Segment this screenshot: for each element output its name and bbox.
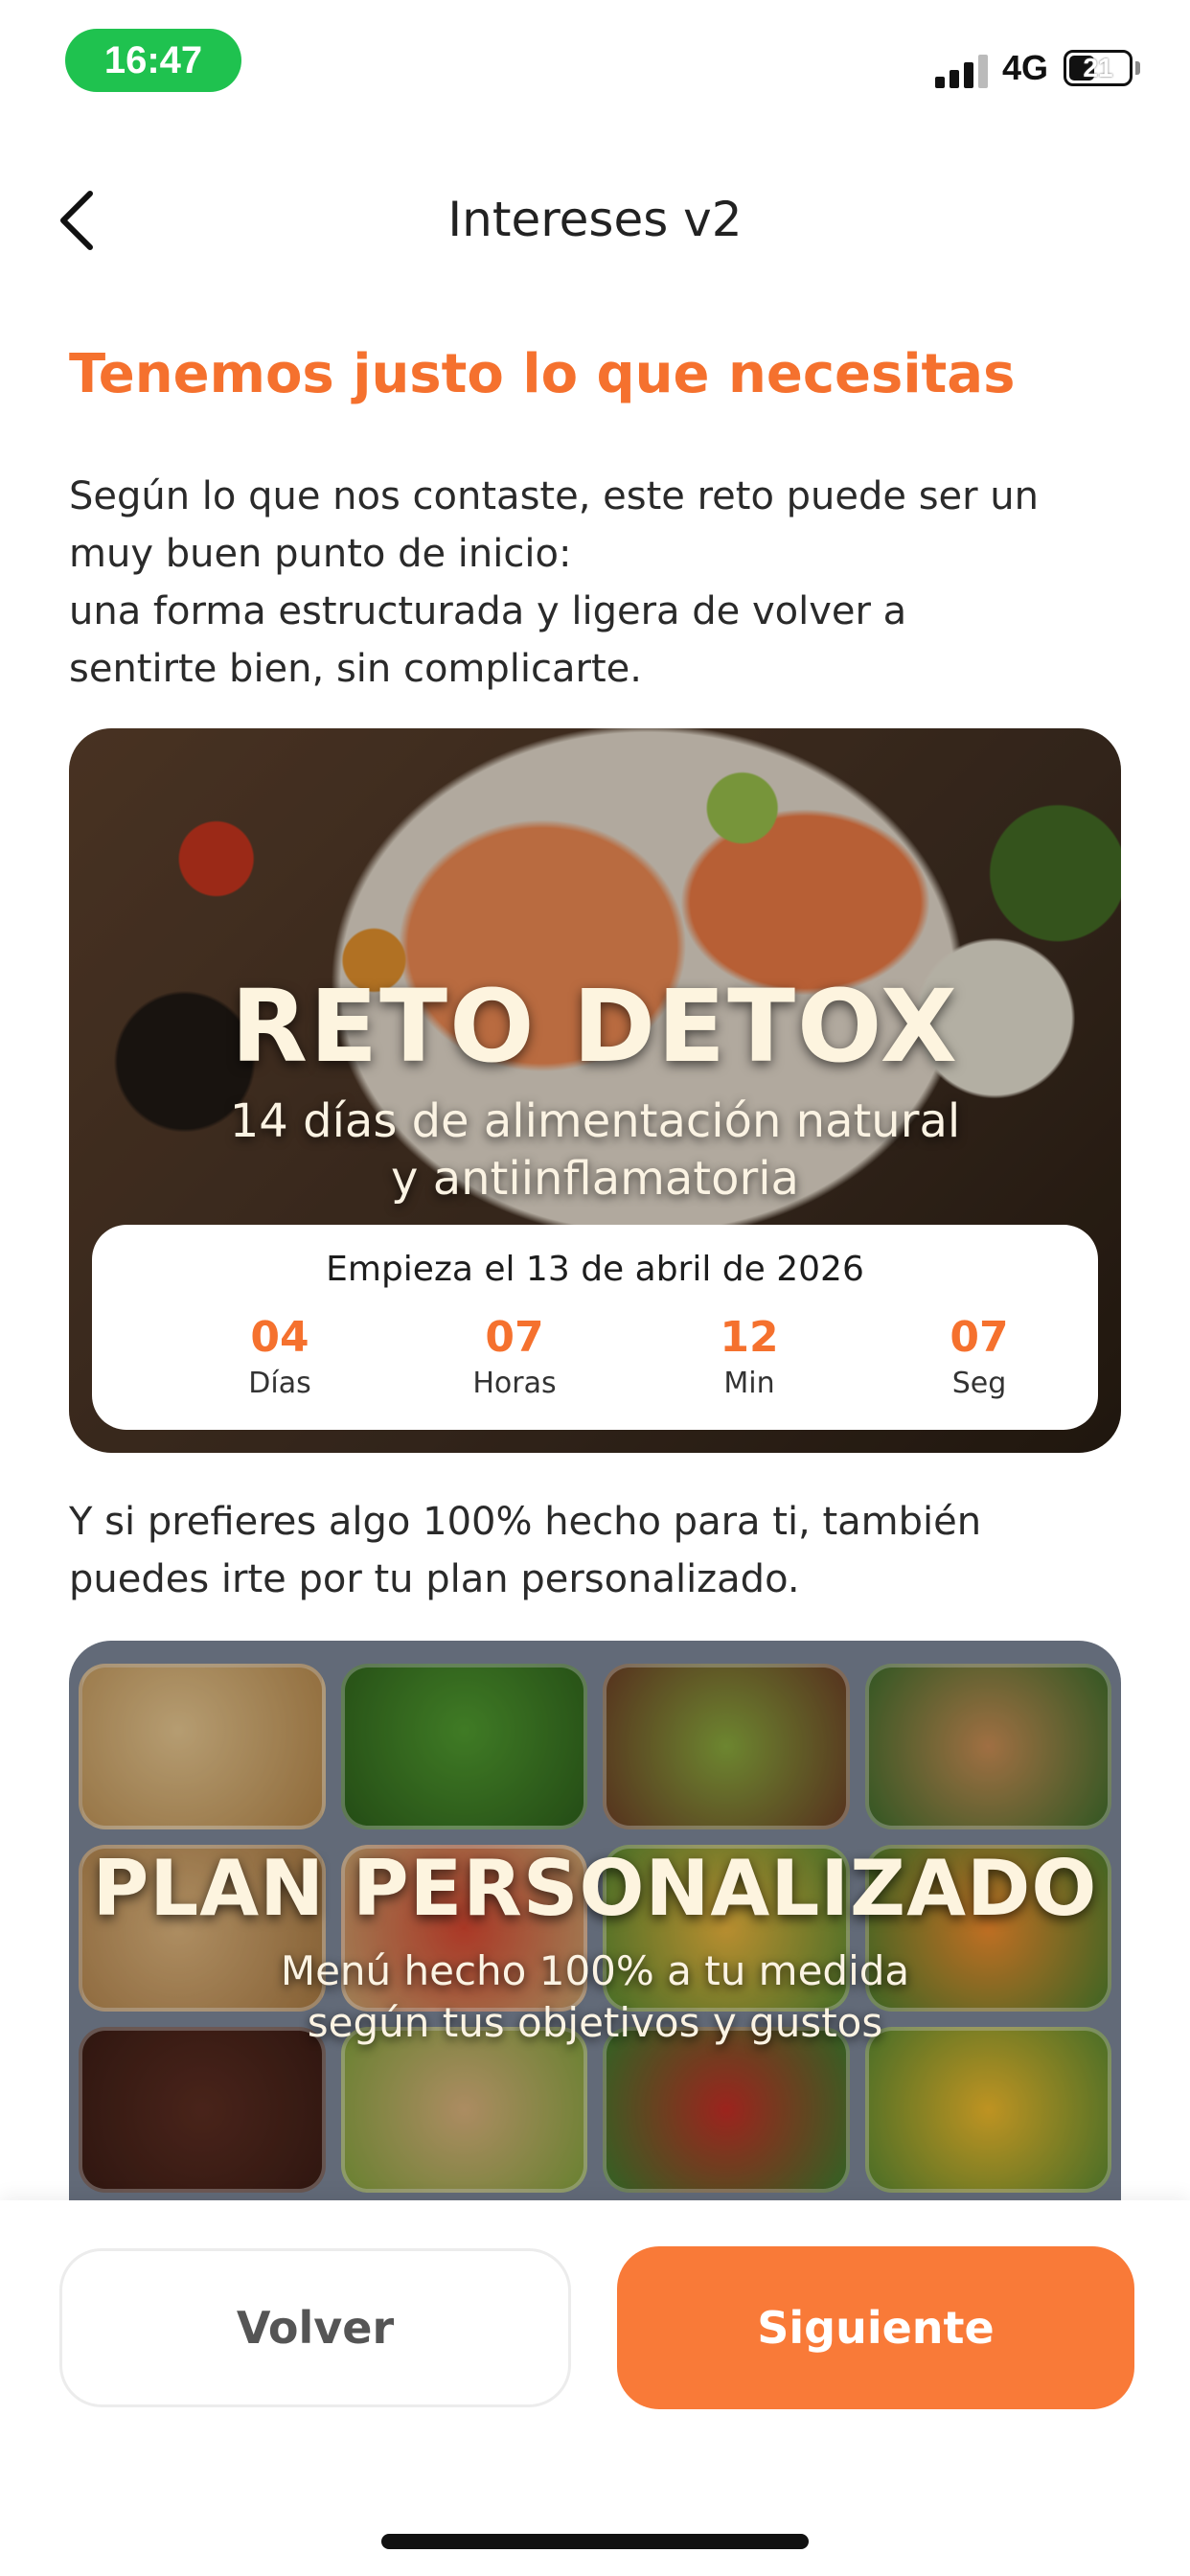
countdown-hours: 07 Horas: [428, 1313, 601, 1405]
detox-card-title: RETO DETOX: [231, 968, 959, 1085]
countdown-label: Min: [723, 1367, 775, 1400]
nav-bar: Intereses v2: [0, 172, 1190, 268]
intro-line: Según lo que nos contaste, este reto pue…: [69, 474, 1040, 518]
intro-line: sentirte bien, sin complicarte.: [69, 647, 642, 691]
battery-icon: 21: [1064, 50, 1133, 86]
intro-line: una forma estructurada y ligera de volve…: [69, 589, 907, 633]
detox-subtitle-line: y antiinflamatoria: [391, 1152, 799, 1206]
cellular-signal-icon: [935, 54, 991, 88]
headline: Tenemos justo lo que necesitas: [69, 343, 1016, 405]
countdown-value: 12: [720, 1313, 779, 1362]
detox-card-subtitle: 14 días de alimentación natural y antiin…: [146, 1092, 1044, 1208]
countdown-label: Horas: [472, 1367, 557, 1400]
secondary-line: Y si prefieres algo 100% hecho para ti, …: [69, 1500, 982, 1544]
page-title: Intereses v2: [447, 192, 743, 247]
secondary-line: puedes irte por tu plan personalizado.: [69, 1557, 800, 1601]
screen: 16:47 4G 21 Intereses v2 Tenemos justo l…: [0, 0, 1190, 2576]
detox-challenge-card[interactable]: RETO DETOX 14 días de alimentación natur…: [69, 728, 1121, 1453]
detox-subtitle-line: 14 días de alimentación natural: [229, 1094, 961, 1148]
countdown-value: 07: [950, 1313, 1009, 1362]
countdown-seconds: 07 Seg: [893, 1313, 1065, 1405]
countdown-value: 07: [485, 1313, 544, 1362]
plan-subtitle-line: Menú hecho 100% a tu medida: [280, 1947, 910, 1994]
countdown-label: Días: [248, 1367, 311, 1400]
back-button-footer[interactable]: Volver: [59, 2248, 571, 2407]
next-button[interactable]: Siguiente: [617, 2246, 1134, 2409]
countdown-minutes: 12 Min: [663, 1313, 835, 1405]
countdown-heading: Empieza el 13 de abril de 2026: [326, 1250, 864, 1289]
plan-card-subtitle: Menú hecho 100% a tu medida según tus ob…: [165, 1945, 1025, 2049]
network-type: 4G: [1002, 48, 1049, 87]
status-time: 16:47: [65, 29, 241, 92]
countdown-label: Seg: [951, 1367, 1007, 1400]
battery-tip: [1135, 61, 1140, 75]
personalized-plan-card[interactable]: PLAN PERSONALIZADO Menú hecho 100% a tu …: [69, 1641, 1121, 2216]
plan-card-title: PLAN PERSONALIZADO: [92, 1844, 1098, 1933]
countdown-days: 04 Días: [194, 1313, 366, 1405]
status-bar: 16:47 4G 21: [0, 0, 1190, 115]
secondary-text: Y si prefieres algo 100% hecho para ti, …: [69, 1493, 1133, 1608]
countdown-box: Empieza el 13 de abril de 2026 04 Días 0…: [92, 1225, 1098, 1430]
battery-level: 21: [1083, 53, 1113, 82]
plan-subtitle-line: según tus objetivos y gustos: [307, 1999, 883, 2046]
countdown-value: 04: [250, 1313, 309, 1362]
home-indicator[interactable]: [381, 2534, 809, 2549]
footer-actions: Volver Siguiente: [0, 2200, 1190, 2576]
intro-text: Según lo que nos contaste, este reto pue…: [69, 468, 1133, 698]
intro-line: muy buen punto de inicio:: [69, 532, 572, 576]
